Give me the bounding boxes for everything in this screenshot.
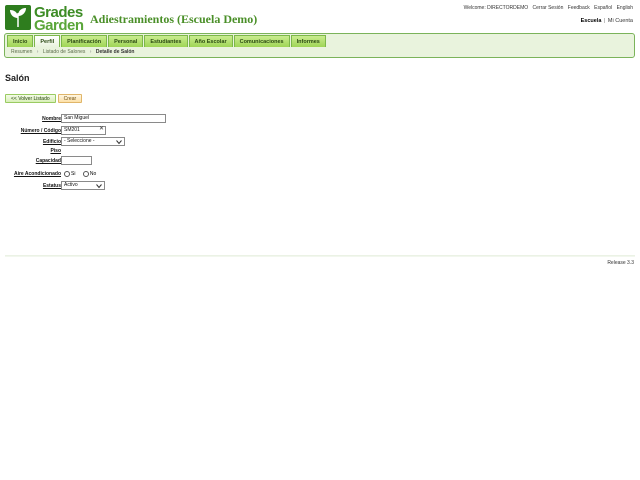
leaf-logo-icon [5,5,31,30]
row-numero: Número / Código [0,126,61,136]
tab-comunicaciones[interactable]: Comunicaciones [233,35,290,47]
tab-informes[interactable]: Informes [290,35,326,47]
aire-si-label: Si [71,171,76,177]
label-nombre: Nombre [42,116,61,122]
scope-switcher: Escuela | Mi Cuenta [581,18,633,24]
aire-no-label: No [89,171,97,177]
tab-perfil[interactable]: Perfil [34,35,61,47]
edificio-selected: - Seleccione - [64,138,95,144]
nombre-input[interactable]: San Miguel [61,114,166,123]
grades-garden-logo[interactable]: Grades Garden [5,5,84,34]
label-aire: Aire Acondicionado [13,171,61,177]
row-aire: Aire Acondicionado [0,169,61,179]
tab-a-o-escolar[interactable]: Año Escolar [188,35,233,47]
breadcrumb-resumen[interactable]: Resumen [11,49,32,55]
scope-school-link[interactable]: Escuela [581,18,602,24]
nav-tabs: Inicio Perfil Planificación Personal Estudia… [7,35,327,47]
logo-word-garden: Garden [34,17,84,34]
label-piso: Piso [50,148,61,154]
app-title: Adiestramientos (Escuela Demo) [90,12,258,26]
row-estatus: Estatus [0,181,61,191]
tab-estudiantes[interactable]: Estudiantes [144,35,188,47]
tab-inicio[interactable]: Inicio [7,35,34,47]
label-estatus: Estatus [42,183,61,189]
breadcrumb-current: Detalle de Salón [95,49,135,55]
label-numero: Número / Código [20,128,61,134]
estatus-select[interactable]: Activo [61,181,105,190]
row-capacidad: Capacidad [0,156,61,166]
top-links: Welcome: DIRECTORDEMO Cerrar Sesión Feed… [461,5,633,11]
estatus-selected: Activo [64,182,78,188]
logout-link[interactable]: Cerrar Sesión [533,5,564,11]
row-nombre: Nombre [0,114,61,124]
welcome-text: Welcome: DIRECTORDEMO [463,5,529,11]
aire-si-radio[interactable] [64,171,70,177]
breadcrumb-chevron-icon: › [36,49,39,55]
edificio-select[interactable]: - Seleccione - [61,137,125,146]
scope-separator: | [603,18,606,24]
back-to-list-button[interactable]: << Volver Listado [5,94,56,103]
language-es-link[interactable]: Español [594,5,612,11]
numero-input[interactable]: SM201 ✕ [61,126,106,135]
clear-icon[interactable]: ✕ [99,126,104,133]
breadcrumb: Resumen › Listado de Salones › Detalle d… [11,49,134,55]
tab-personal[interactable]: Personal [108,35,144,47]
create-button[interactable]: Crear [57,94,83,103]
page-title: Salón [5,73,30,83]
scope-account-link[interactable]: Mi Cuenta [608,18,633,24]
breadcrumb-chevron-icon: › [89,49,92,55]
aire-no-radio[interactable] [82,171,89,177]
action-buttons: << Volver Listado Crear [5,94,84,103]
numero-value: SM201 [64,127,80,133]
label-capacidad: Capacidad [35,158,61,164]
feedback-link[interactable]: Feedback [568,5,590,11]
capacidad-input[interactable] [61,156,92,165]
row-piso: Piso [0,146,61,156]
breadcrumb-listado[interactable]: Listado de Salones [43,49,86,55]
release-version: Release 3.3 [607,260,634,266]
language-en-link[interactable]: English [617,5,633,11]
main-navigation: Inicio Perfil Planificación Personal Estudia… [4,33,635,58]
aire-radio-group: Si No [64,170,99,178]
footer-divider [5,255,635,257]
tab-planificaci-n[interactable]: Planificación [61,35,108,47]
chevron-down-icon [96,184,102,189]
chevron-down-icon [116,140,122,145]
